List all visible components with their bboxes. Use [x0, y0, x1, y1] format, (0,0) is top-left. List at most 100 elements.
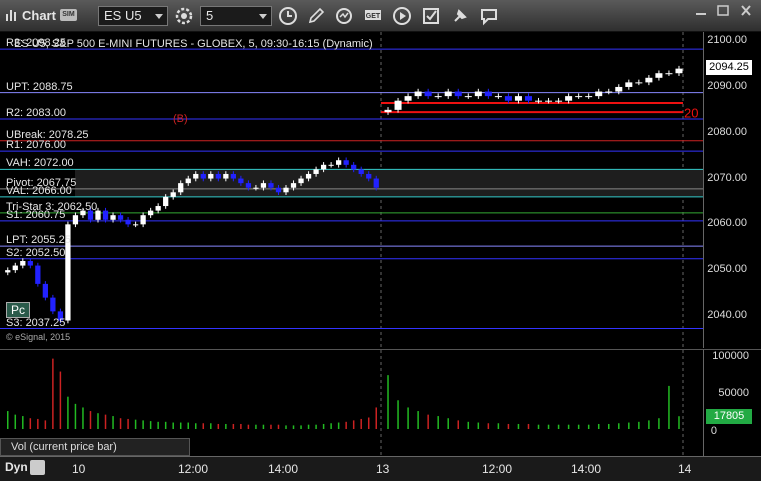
- candle-body: [404, 96, 412, 101]
- time-label: 12:00: [178, 462, 209, 476]
- volume-tick: 50000: [718, 387, 749, 399]
- price-tick: 2050.00: [707, 263, 747, 276]
- candle-body: [208, 173, 214, 179]
- symbol-combo[interactable]: ES U5: [98, 6, 168, 26]
- price-chart-pane[interactable]: 20 (B) ES U5, S&P 500 E-MINI FUTURES - GL…: [0, 32, 703, 348]
- candle-body: [313, 169, 319, 174]
- candle-body: [148, 210, 154, 216]
- comment-icon[interactable]: [478, 5, 500, 27]
- level-label: VAL: 2066.00: [6, 184, 72, 197]
- candle-body: [545, 100, 553, 102]
- candle-body: [27, 260, 33, 266]
- candle-body: [535, 100, 543, 102]
- candle-body: [645, 77, 653, 83]
- candle-body: [170, 192, 176, 197]
- chevron-down-icon: [155, 14, 163, 19]
- level-label: R3: 2098.25: [6, 37, 66, 50]
- candle-body: [336, 160, 342, 165]
- candle-body: [178, 183, 184, 193]
- symbol-value: ES U5: [104, 8, 142, 23]
- candle-body: [35, 265, 41, 284]
- close-icon[interactable]: [735, 3, 757, 19]
- gear-icon[interactable]: [173, 5, 195, 27]
- candle-body: [5, 270, 11, 273]
- candle-body: [72, 215, 79, 225]
- breakout-marker: (B): [173, 113, 188, 125]
- candle-body: [585, 96, 593, 98]
- candle-body: [565, 96, 573, 101]
- chevron-down-icon: [259, 14, 267, 19]
- candle-body: [635, 82, 643, 84]
- candle-body: [320, 164, 327, 170]
- candle-body: [12, 265, 18, 271]
- candle-body: [155, 206, 161, 211]
- price-tick: 2080.00: [707, 125, 747, 138]
- candle-body: [675, 68, 683, 74]
- candle-body: [555, 100, 563, 102]
- volume-study-title[interactable]: Vol (current price bar): [0, 438, 190, 456]
- get-icon[interactable]: GET: [362, 5, 384, 27]
- candle-body: [200, 173, 206, 179]
- lock-icon[interactable]: [30, 460, 45, 475]
- candle-body: [474, 91, 482, 97]
- candle-body: [504, 96, 512, 101]
- candle-body: [268, 183, 274, 188]
- candle-body: [275, 187, 282, 193]
- time-axis[interactable]: Dyn 10 12:00 14:00 13 12:00 14:00 14: [0, 456, 761, 481]
- candle-body: [665, 73, 673, 75]
- candle-body: [444, 91, 452, 97]
- candle-body: [366, 173, 372, 179]
- candle-body: [223, 173, 229, 179]
- candle-body: [245, 183, 252, 188]
- candle-body: [625, 82, 633, 87]
- candle-body: [373, 178, 379, 188]
- target-annotation: 20: [684, 106, 698, 121]
- candle-body: [384, 109, 392, 113]
- candle-body: [595, 91, 603, 97]
- price-axis[interactable]: 2100.00 2090.00 2080.00 2070.00 2060.00 2050.…: [703, 32, 761, 348]
- svg-text:GET: GET: [366, 13, 381, 20]
- pencil-icon[interactable]: [305, 5, 327, 27]
- pin-icon[interactable]: [449, 5, 471, 27]
- volume-tick: 0: [710, 425, 717, 437]
- candle-body: [351, 164, 357, 170]
- volume-axis[interactable]: 100000 50000 0 17805: [703, 349, 761, 456]
- candle-body: [185, 178, 191, 184]
- refresh-icon[interactable]: [333, 5, 355, 27]
- level-label: VAH: 2072.00: [6, 157, 74, 170]
- candle-body: [424, 91, 432, 97]
- candle-body: [494, 96, 502, 98]
- play-icon[interactable]: [391, 5, 413, 27]
- candle-body: [298, 178, 304, 184]
- candle-body: [132, 224, 139, 226]
- candle-body: [110, 215, 116, 220]
- maximize-icon[interactable]: [712, 3, 734, 19]
- price-chart-svg: 20 (B): [0, 32, 703, 348]
- candle-body: [434, 96, 442, 98]
- candle-body: [394, 100, 402, 110]
- candle-body: [615, 86, 623, 92]
- chart-header: ES U5, S&P 500 E-MINI FUTURES - GLOBEX, …: [14, 38, 373, 50]
- candle-body: [605, 91, 613, 93]
- minimize-icon[interactable]: [690, 3, 712, 19]
- clock-icon[interactable]: [277, 5, 299, 27]
- volume-tick: 100000: [712, 350, 749, 362]
- price-tick: 2060.00: [707, 217, 747, 230]
- dynamic-mode-label[interactable]: Dyn: [5, 460, 28, 474]
- price-tick: 2070.00: [707, 171, 747, 184]
- candle-body: [358, 169, 364, 174]
- interval-value: 5: [206, 8, 214, 23]
- interval-combo[interactable]: 5: [200, 6, 272, 26]
- candle-body: [524, 96, 532, 101]
- candle-body: [20, 260, 26, 266]
- time-label: 14:00: [268, 462, 299, 476]
- level-label: S3: 2037.25: [6, 316, 66, 329]
- candle-body: [102, 210, 109, 220]
- copyright-text: © eSignal, 2015: [6, 332, 71, 342]
- candle-body: [454, 91, 462, 97]
- candle-body: [260, 183, 267, 188]
- last-price-tag: 2094.25: [706, 60, 752, 76]
- last-volume-tag: 17805: [706, 409, 752, 424]
- check-icon[interactable]: [420, 5, 442, 27]
- pc-button[interactable]: Pc: [6, 302, 30, 318]
